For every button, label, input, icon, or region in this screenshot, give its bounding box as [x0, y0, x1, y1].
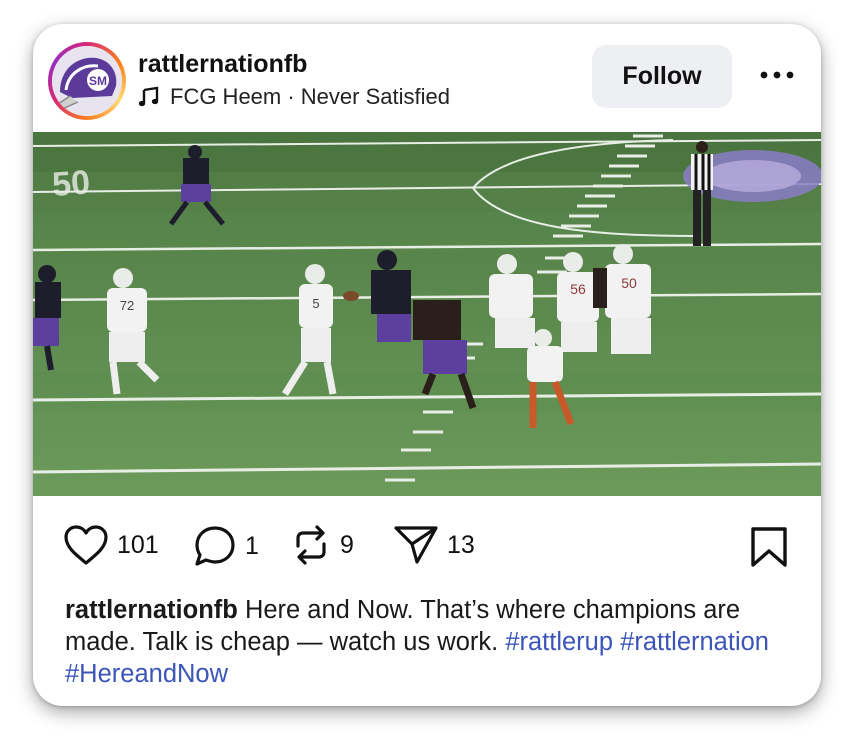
- more-horizontal-icon: [760, 71, 794, 79]
- post-header: SM rattlernationfb FCG Heem · Never Sati…: [33, 24, 821, 132]
- bookmark-icon[interactable]: [749, 526, 789, 568]
- follow-button[interactable]: Follow: [592, 45, 732, 108]
- more-options-button[interactable]: [757, 60, 797, 90]
- share-count: 13: [447, 530, 475, 559]
- comment-action[interactable]: 1: [193, 524, 259, 568]
- audio-label: FCG Heem · Never Satisfied: [170, 84, 450, 109]
- post-caption: rattlernationfb Here and Now. That’s whe…: [65, 594, 805, 690]
- hashtag[interactable]: #rattlernation: [620, 628, 769, 656]
- svg-text:50: 50: [51, 163, 91, 204]
- svg-text:56: 56: [570, 281, 586, 297]
- music-note-icon: [138, 86, 159, 107]
- paper-plane-icon[interactable]: [393, 524, 439, 566]
- svg-text:SM: SM: [89, 74, 107, 88]
- video-player[interactable]: 50 72 5 56 50: [33, 132, 821, 496]
- heart-icon[interactable]: [63, 524, 109, 566]
- hashtag[interactable]: #rattlerup: [505, 628, 613, 656]
- caption-username[interactable]: rattlernationfb: [65, 596, 238, 624]
- repost-action[interactable]: 9: [290, 524, 354, 566]
- save-button[interactable]: [749, 526, 789, 573]
- svg-text:72: 72: [120, 298, 134, 313]
- repost-icon[interactable]: [290, 524, 332, 566]
- story-ring[interactable]: SM: [48, 42, 126, 120]
- audio-track[interactable]: FCG Heem · Never Satisfied: [138, 84, 450, 110]
- comment-bubble-icon[interactable]: [193, 524, 237, 568]
- hashtag[interactable]: #HereandNow: [65, 660, 228, 688]
- share-action[interactable]: 13: [393, 524, 475, 566]
- like-count: 101: [117, 530, 159, 559]
- post-card: SM rattlernationfb FCG Heem · Never Sati…: [33, 24, 821, 706]
- helmet-logo-icon: SM: [52, 46, 122, 116]
- repost-count: 9: [340, 530, 354, 559]
- username[interactable]: rattlernationfb: [138, 50, 307, 79]
- avatar[interactable]: SM: [52, 46, 122, 116]
- svg-text:50: 50: [621, 275, 637, 291]
- like-action[interactable]: 101: [63, 524, 159, 566]
- football-field-frame: 50 72 5 56 50: [33, 132, 821, 496]
- comment-count: 1: [245, 531, 259, 560]
- action-bar: 101 1 9 13: [33, 496, 821, 596]
- svg-text:5: 5: [312, 296, 319, 311]
